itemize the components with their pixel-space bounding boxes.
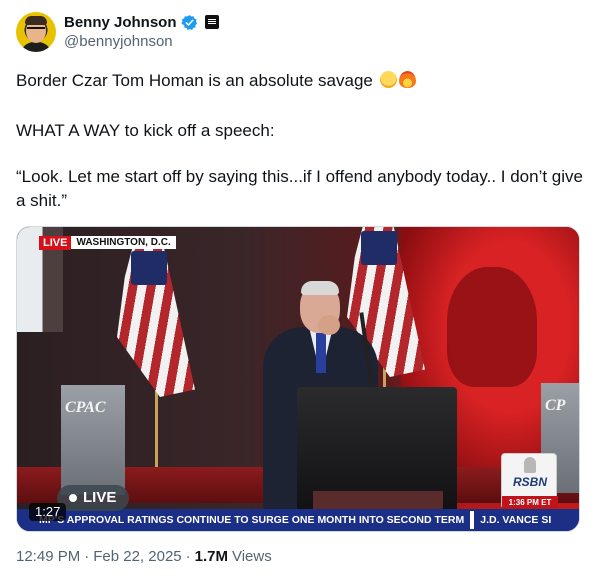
- network-time: 1:36 PM ET: [502, 496, 558, 509]
- fire-emoji-icon: [398, 71, 416, 88]
- podium-base: [313, 491, 443, 511]
- tweet-meta: 12:49 PM · Feb 22, 2025 · 1.7M Views: [16, 548, 272, 565]
- views-label: Views: [231, 548, 272, 565]
- american-flag-left: [117, 247, 195, 397]
- affiliation-badge-icon[interactable]: [204, 15, 219, 29]
- live-indicator-label: LIVE: [83, 489, 117, 506]
- video-duration: 1:27: [29, 503, 67, 521]
- video-player[interactable]: CPAC CP LIVE WASHINGTON, D.C. RSBN 1:36 …: [16, 226, 580, 532]
- location-label: WASHINGTON, D.C.: [71, 236, 176, 249]
- rsbn-logo: RSBN 1:36 PM ET: [501, 453, 558, 509]
- network-name: RSBN: [512, 475, 547, 489]
- tweet-text-line1: Border Czar Tom Homan is an absolute sav…: [16, 69, 586, 93]
- ticker-separator: [470, 511, 475, 530]
- microphone-icon: [524, 457, 536, 473]
- tweet-text-quote: “Look. Let me start off by saying this..…: [16, 167, 583, 210]
- live-location-tag: LIVE WASHINGTON, D.C.: [39, 235, 176, 250]
- ticker-text-2: J.D. VANCE SI: [480, 514, 552, 526]
- tweet-header: Benny Johnson @bennyjohnson: [16, 10, 596, 54]
- meta-separator: ·: [84, 548, 90, 565]
- cpac-sign-left: CPAC: [61, 385, 125, 495]
- tweet-time[interactable]: 12:49 PM: [16, 548, 80, 565]
- verified-badge-icon: [180, 14, 197, 30]
- red-screen-figure: [447, 267, 537, 387]
- news-ticker: MP'S APPROVAL RATINGS CONTINUE TO SURGE …: [17, 509, 579, 531]
- live-tag-label: LIVE: [39, 235, 72, 250]
- tweet-text-line2: WHAT A WAY to kick off a speech:: [16, 121, 275, 140]
- rolling-on-floor-laughing-emoji-icon: [379, 71, 397, 88]
- meta-separator: ·: [185, 548, 191, 565]
- live-indicator: LIVE: [57, 485, 129, 511]
- views-count[interactable]: 1.7M: [195, 548, 228, 565]
- avatar[interactable]: [16, 12, 56, 52]
- author-name-row: Benny Johnson: [64, 12, 219, 32]
- cpac-logo-left: CPAC: [65, 399, 106, 416]
- live-dot-icon: [69, 494, 77, 502]
- tweet-text-span: Border Czar Tom Homan is an absolute sav…: [16, 71, 373, 90]
- author-handle[interactable]: @bennyjohnson: [64, 33, 173, 50]
- cpac-logo-right: CP: [545, 397, 566, 414]
- tweet-date[interactable]: Feb 22, 2025: [93, 548, 181, 565]
- ticker-text: MP'S APPROVAL RATINGS CONTINUE TO SURGE …: [39, 514, 465, 526]
- author-display-name[interactable]: Benny Johnson: [64, 14, 177, 31]
